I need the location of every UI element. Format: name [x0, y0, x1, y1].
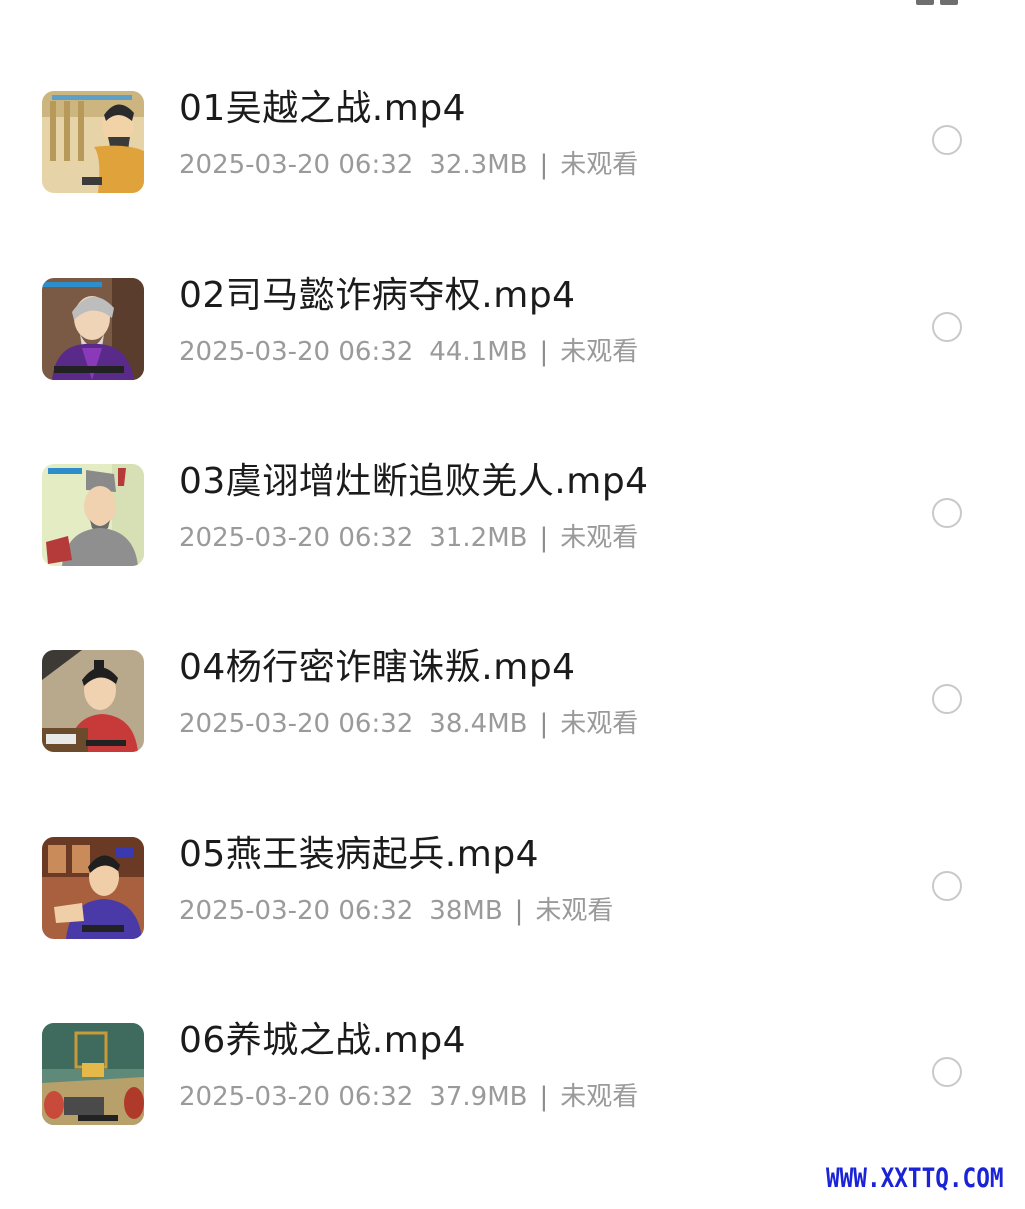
select-radio[interactable] — [932, 871, 962, 901]
file-name: 05燕王装病起兵.mp4 — [179, 834, 540, 875]
watch-status: 未观看 — [560, 337, 639, 367]
video-thumbnail — [42, 650, 144, 752]
file-name: 06养城之战.mp4 — [179, 1020, 467, 1061]
file-size: 31.2MB — [429, 523, 528, 553]
file-date: 2025-03-20 06:32 — [179, 337, 414, 367]
file-meta: 2025-03-20 06:32 32.3MB | 未观看 — [179, 147, 638, 183]
watch-status: 未观看 — [560, 1082, 639, 1112]
file-date: 2025-03-20 06:32 — [179, 896, 414, 926]
list-item[interactable]: 02司马懿诈病夺权.mp4 2025-03-20 06:32 44.1MB | 未观看 — [0, 275, 1025, 464]
video-thumbnail — [42, 1023, 144, 1125]
file-date: 2025-03-20 06:32 — [179, 150, 414, 180]
file-meta: 2025-03-20 06:32 44.1MB | 未观看 — [179, 334, 638, 370]
file-meta: 2025-03-20 06:32 38MB | 未观看 — [179, 893, 613, 929]
watermark: WWW.XXTTQ.COM — [826, 1163, 1004, 1194]
file-name: 01吴越之战.mp4 — [179, 88, 467, 129]
list-item[interactable]: 01吴越之战.mp4 2025-03-20 06:32 32.3MB | 未观看 — [0, 88, 1025, 277]
meta-separator: | — [539, 709, 549, 739]
select-radio[interactable] — [932, 1057, 962, 1087]
video-thumbnail — [42, 464, 144, 566]
list-item[interactable]: 03虞诩增灶断追败羌人.mp4 2025-03-20 06:32 31.2MB | 未… — [0, 461, 1025, 650]
file-date: 2025-03-20 06:32 — [179, 1082, 414, 1112]
file-size: 32.3MB — [429, 150, 528, 180]
file-name: 03虞诩增灶断追败羌人.mp4 — [179, 461, 649, 502]
watch-status: 未观看 — [560, 709, 639, 739]
video-thumbnail — [42, 278, 144, 380]
file-list: 01吴越之战.mp4 2025-03-20 06:32 32.3MB | 未观看 02… — [0, 0, 1025, 1200]
select-radio[interactable] — [932, 125, 962, 155]
file-meta: 2025-03-20 06:32 31.2MB | 未观看 — [179, 520, 638, 556]
video-thumbnail — [42, 837, 144, 939]
meta-separator: | — [539, 1082, 549, 1112]
file-name: 02司马懿诈病夺权.mp4 — [179, 275, 576, 316]
video-thumbnail — [42, 91, 144, 193]
list-item[interactable]: 04杨行密诈瞎诛叛.mp4 2025-03-20 06:32 38.4MB | 未观看 — [0, 647, 1025, 836]
meta-separator: | — [539, 523, 549, 553]
file-size: 38MB — [429, 896, 503, 926]
list-item[interactable]: 05燕王装病起兵.mp4 2025-03-20 06:32 38MB | 未观看 — [0, 834, 1025, 1023]
file-date: 2025-03-20 06:32 — [179, 709, 414, 739]
select-radio[interactable] — [932, 312, 962, 342]
watch-status: 未观看 — [560, 150, 639, 180]
select-radio[interactable] — [932, 498, 962, 528]
file-size: 37.9MB — [429, 1082, 528, 1112]
file-meta: 2025-03-20 06:32 38.4MB | 未观看 — [179, 706, 638, 742]
watch-status: 未观看 — [560, 523, 639, 553]
select-radio[interactable] — [932, 684, 962, 714]
meta-separator: | — [539, 150, 549, 180]
file-size: 38.4MB — [429, 709, 528, 739]
file-meta: 2025-03-20 06:32 37.9MB | 未观看 — [179, 1079, 638, 1115]
meta-separator: | — [514, 896, 524, 926]
meta-separator: | — [539, 337, 549, 367]
file-size: 44.1MB — [429, 337, 528, 367]
file-date: 2025-03-20 06:32 — [179, 523, 414, 553]
file-name: 04杨行密诈瞎诛叛.mp4 — [179, 647, 576, 688]
watch-status: 未观看 — [535, 896, 614, 926]
